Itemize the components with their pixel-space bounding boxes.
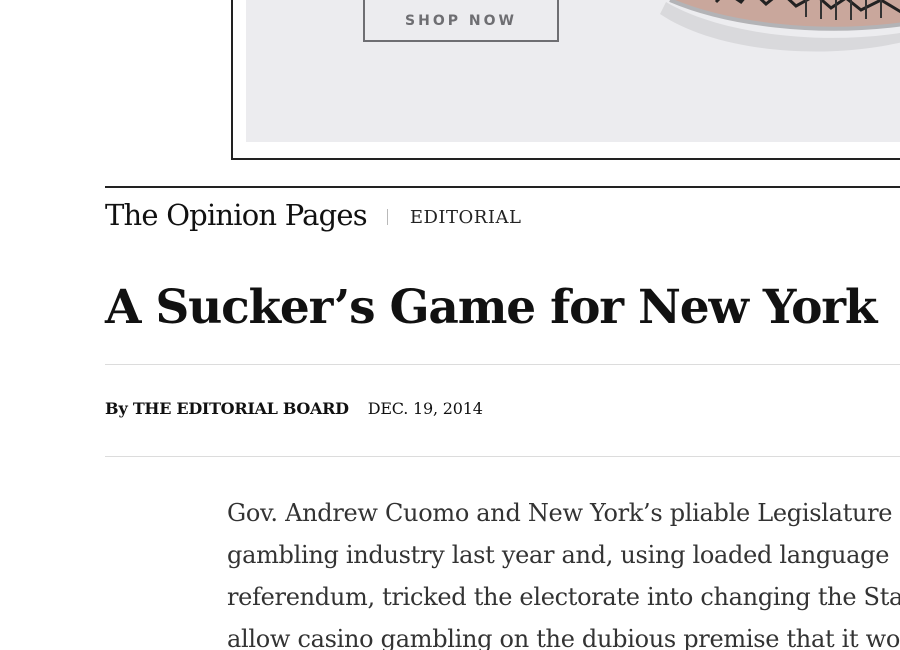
- byline-divider: [105, 456, 900, 457]
- section-kicker-link[interactable]: EDITORIAL: [410, 202, 522, 228]
- body-text-line: allow casino gambling on the dubious pre…: [227, 625, 900, 650]
- article-date: DEC. 19, 2014: [367, 399, 483, 418]
- ad-banner[interactable]: SHOP NOW: [231, 0, 900, 160]
- body-text-line: gambling industry last year and, using l…: [227, 541, 890, 569]
- shoe-image[interactable]: [656, 0, 900, 52]
- section-top-rule: [105, 186, 900, 188]
- section-divider: [386, 209, 388, 225]
- shop-now-button[interactable]: SHOP NOW: [363, 0, 559, 42]
- headline-divider: [105, 364, 900, 365]
- byline-prefix: By: [105, 399, 128, 418]
- body-text-line: referendum, tricked the electorate into …: [227, 583, 900, 611]
- section-name-link[interactable]: The Opinion Pages: [105, 198, 368, 232]
- article-headline: A Sucker’s Game for New York: [105, 280, 877, 335]
- article-body: Gov. Andrew Cuomo and New York’s pliable…: [227, 492, 900, 650]
- byline: By THE EDITORIAL BOARD DEC. 19, 2014: [105, 399, 483, 418]
- body-text-line: Gov. Andrew Cuomo and New York’s pliable…: [227, 499, 893, 527]
- section-header: The Opinion Pages EDITORIAL: [105, 198, 521, 232]
- ad-content: SHOP NOW: [246, 0, 900, 142]
- byline-author-link[interactable]: THE EDITORIAL BOARD: [133, 399, 349, 418]
